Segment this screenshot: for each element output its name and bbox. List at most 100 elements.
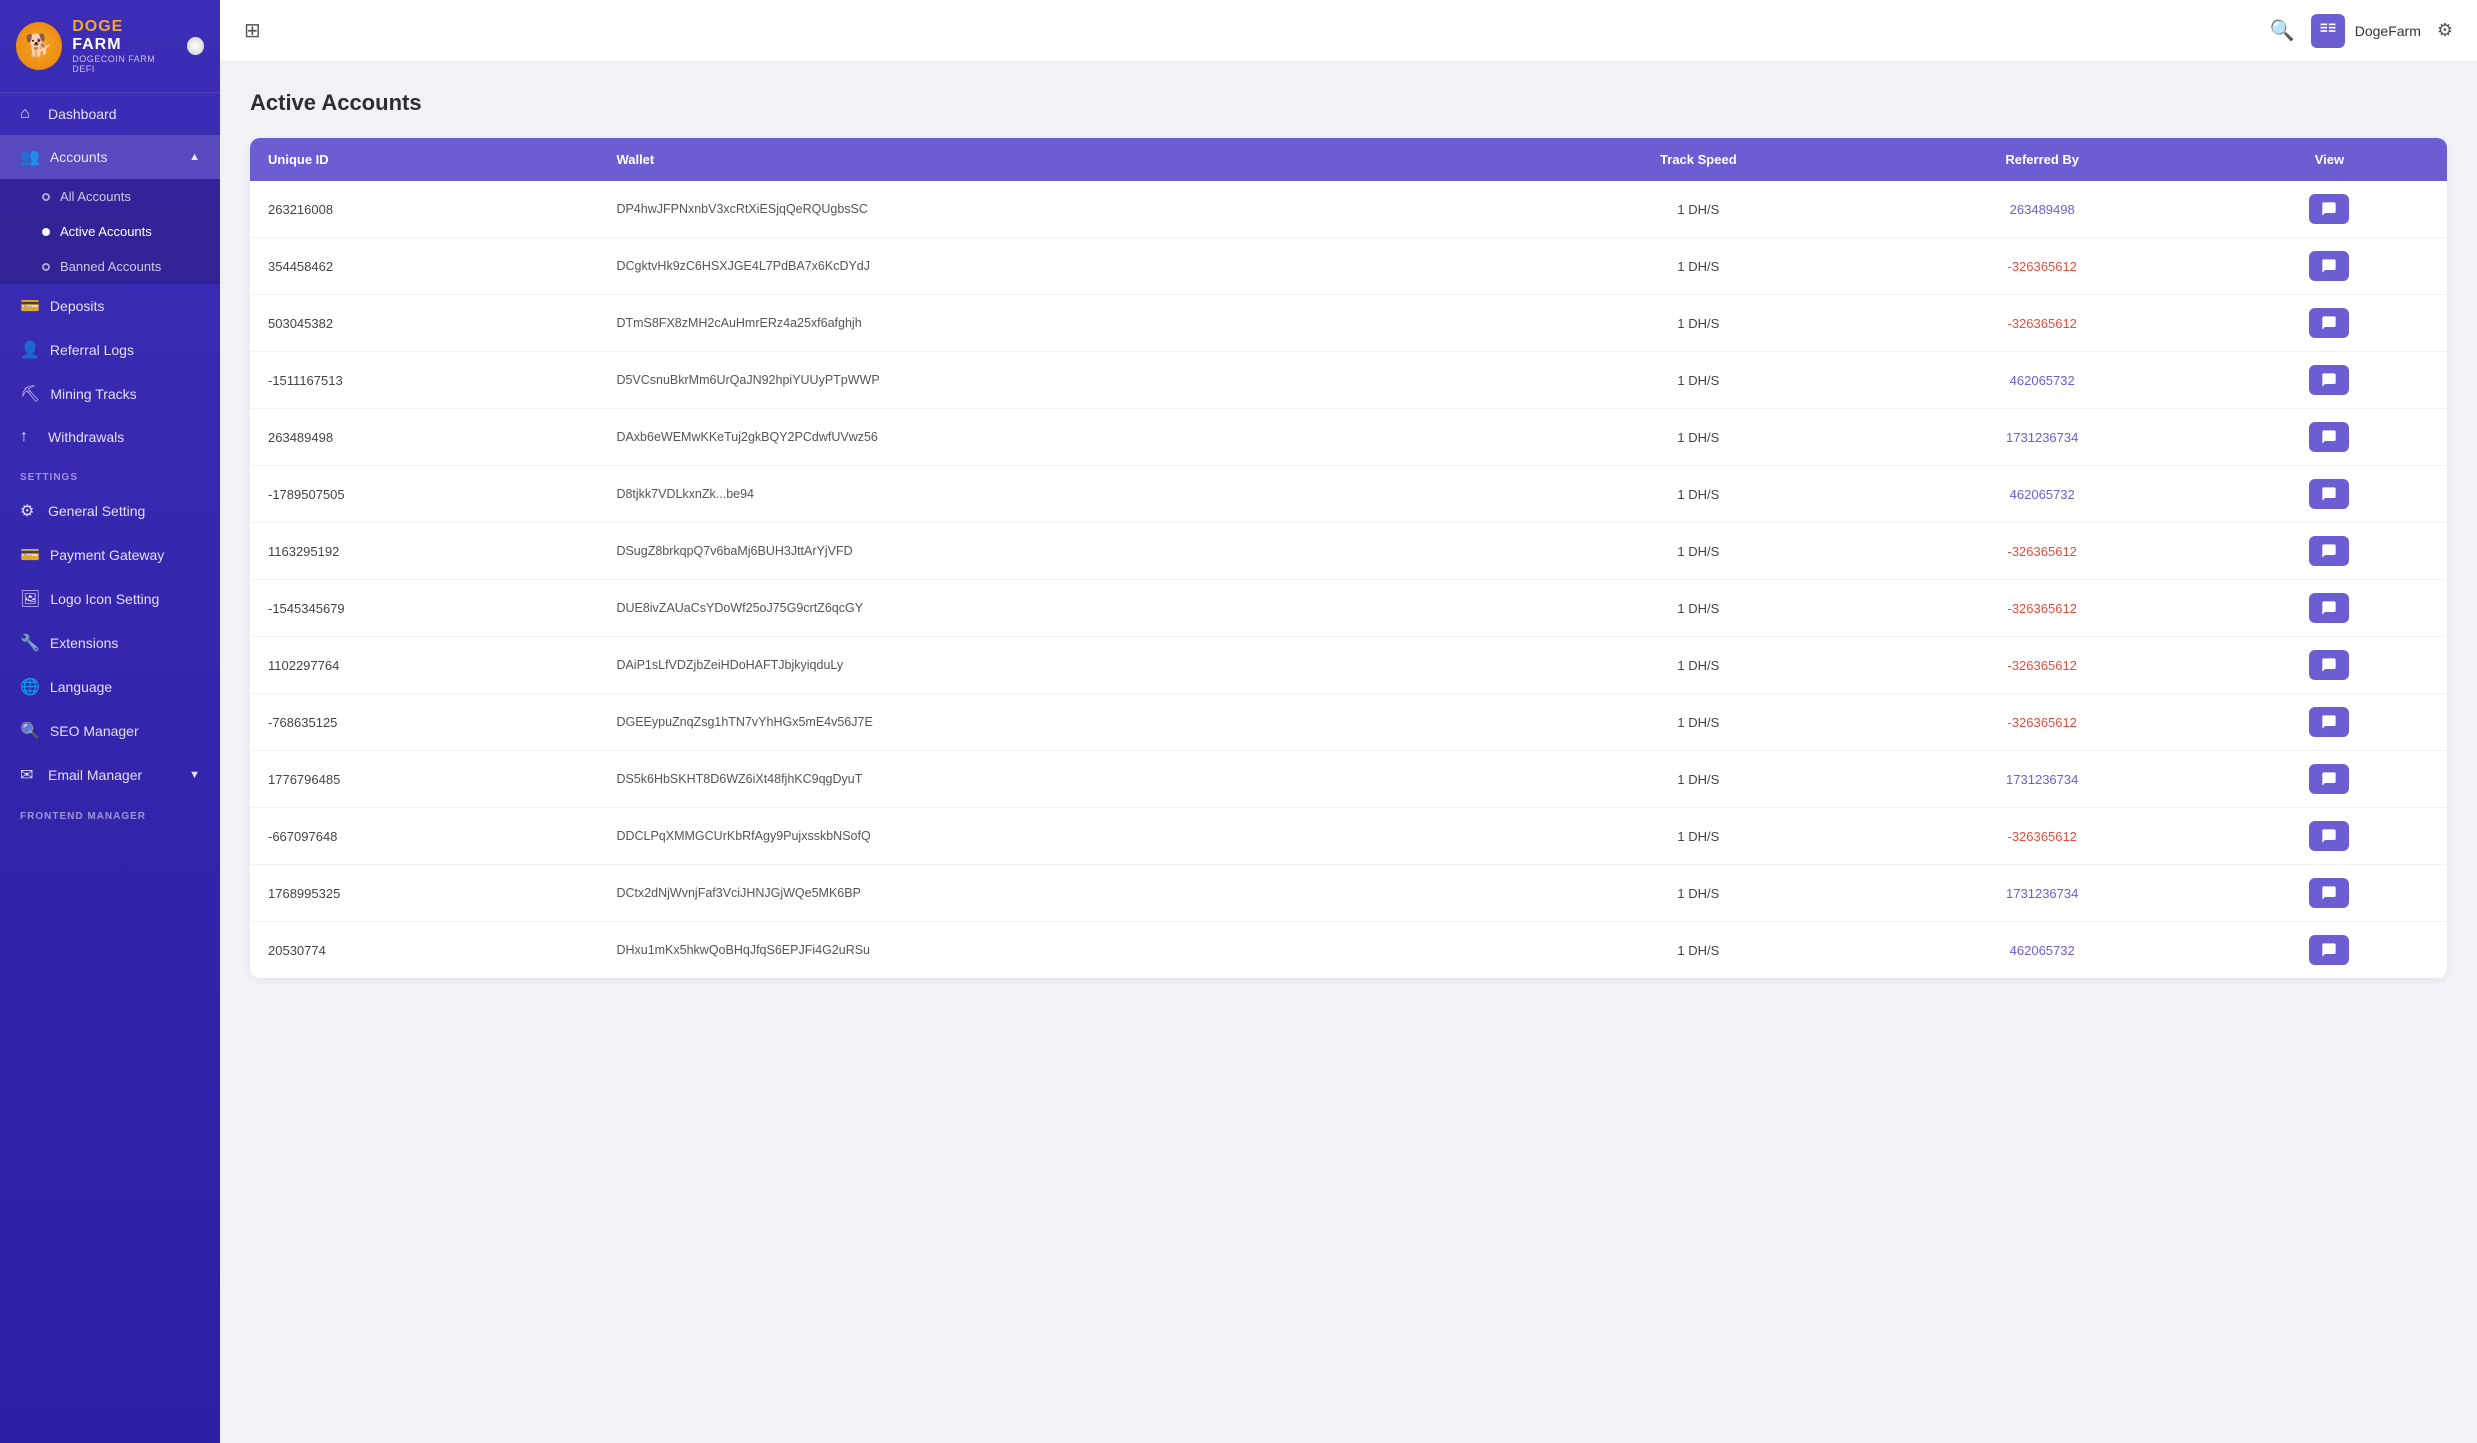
view-button[interactable] (2309, 479, 2349, 509)
sidebar-item-mining-tracks[interactable]: ⛏ Mining Tracks (0, 372, 220, 416)
view-button[interactable] (2309, 650, 2349, 680)
sidebar-item-all-accounts[interactable]: All Accounts (0, 179, 220, 214)
cell-speed: 1 DH/S (1524, 808, 1872, 865)
cell-referred[interactable]: 1731236734 (1873, 409, 2212, 466)
cell-speed: 1 DH/S (1524, 922, 1872, 979)
cell-referred[interactable]: -326365612 (1873, 694, 2212, 751)
cell-referred[interactable]: -326365612 (1873, 295, 2212, 352)
cell-referred[interactable]: -326365612 (1873, 580, 2212, 637)
sidebar-item-email-manager[interactable]: ✉ Email Manager ▼ (0, 753, 220, 797)
dot-icon (42, 263, 50, 271)
chevron-up-icon: ▲ (189, 151, 200, 163)
cell-id: -1511167513 (250, 352, 598, 409)
deposits-icon: 💳 (20, 296, 40, 316)
table-row: 263216008 DP4hwJFPNxnbV3xcRtXiESjqQeRQUg… (250, 181, 2447, 238)
view-button[interactable] (2309, 422, 2349, 452)
cell-wallet: DAiP1sLfVDZjbZeiHDoHAFTJbjkyiqduLy (598, 637, 1524, 694)
cell-speed: 1 DH/S (1524, 295, 1872, 352)
sidebar-item-deposits[interactable]: 💳 Deposits (0, 284, 220, 328)
cell-id: -1789507505 (250, 466, 598, 523)
extensions-icon: 🔧 (20, 633, 40, 653)
view-button[interactable] (2309, 821, 2349, 851)
cell-id: 503045382 (250, 295, 598, 352)
view-button[interactable] (2309, 707, 2349, 737)
logo-dot (187, 37, 204, 55)
sidebar-item-label: Deposits (50, 298, 104, 314)
cell-referred[interactable]: 462065732 (1873, 466, 2212, 523)
user-name: DogeFarm (2355, 23, 2421, 39)
cell-referred[interactable]: -326365612 (1873, 238, 2212, 295)
cell-view (2212, 751, 2447, 808)
expand-icon[interactable]: ⊞ (244, 18, 261, 43)
cell-wallet: DCtx2dNjWvnjFaf3VciJHNJGjWQe5MK6BP (598, 865, 1524, 922)
cell-referred[interactable]: -326365612 (1873, 523, 2212, 580)
sidebar-item-label: Banned Accounts (60, 259, 161, 274)
sidebar-item-label: Extensions (50, 635, 118, 651)
settings-icon[interactable]: ⚙ (2437, 20, 2453, 41)
cell-view (2212, 409, 2447, 466)
dot-icon (42, 228, 50, 236)
frontend-section-label: FRONTEND MANAGER (0, 797, 220, 828)
cell-view (2212, 637, 2447, 694)
col-wallet: Wallet (598, 138, 1524, 181)
accounts-icon: 👥 (20, 147, 40, 167)
referral-icon: 👤 (20, 340, 40, 360)
table-row: 1102297764 DAiP1sLfVDZjbZeiHDoHAFTJbjkyi… (250, 637, 2447, 694)
cell-wallet: DP4hwJFPNxnbV3xcRtXiESjqQeRQUgbsSC (598, 181, 1524, 238)
view-button[interactable] (2309, 251, 2349, 281)
dot-icon (42, 193, 50, 201)
view-button[interactable] (2309, 194, 2349, 224)
cell-referred[interactable]: -326365612 (1873, 637, 2212, 694)
sidebar-item-general-setting[interactable]: ⚙ General Setting (0, 489, 220, 533)
cell-referred[interactable]: 462065732 (1873, 352, 2212, 409)
sidebar-item-accounts[interactable]: 👥 Accounts ▲ (0, 135, 220, 179)
language-icon: 🌐 (20, 677, 40, 697)
cell-referred[interactable]: 462065732 (1873, 922, 2212, 979)
cell-referred[interactable]: 263489498 (1873, 181, 2212, 238)
sidebar-item-label: Language (50, 679, 112, 695)
user-avatar (2311, 14, 2345, 48)
view-button[interactable] (2309, 365, 2349, 395)
sidebar-item-active-accounts[interactable]: Active Accounts (0, 214, 220, 249)
sidebar-item-extensions[interactable]: 🔧 Extensions (0, 621, 220, 665)
sidebar-item-referral-logs[interactable]: 👤 Referral Logs (0, 328, 220, 372)
sidebar-item-language[interactable]: 🌐 Language (0, 665, 220, 709)
table-row: 1768995325 DCtx2dNjWvnjFaf3VciJHNJGjWQe5… (250, 865, 2447, 922)
sidebar-item-label: Payment Gateway (50, 547, 164, 563)
cell-wallet: DHxu1mKx5hkwQoBHqJfqS6EPJFi4G2uRSu (598, 922, 1524, 979)
cell-wallet: DGEEypuZnqZsg1hTN7vYhHGx5mE4v56J7E (598, 694, 1524, 751)
cell-view (2212, 523, 2447, 580)
sidebar-item-logo-icon-setting[interactable]: 🖼 Logo Icon Setting (0, 577, 220, 621)
cell-wallet: D8tjkk7VDLkxnZk...be94 (598, 466, 1524, 523)
sidebar-item-withdrawals[interactable]: ↑ Withdrawals (0, 416, 220, 458)
cell-view (2212, 694, 2447, 751)
user-menu[interactable]: DogeFarm (2311, 14, 2421, 48)
table-row: -1789507505 D8tjkk7VDLkxnZk...be94 1 DH/… (250, 466, 2447, 523)
cell-referred[interactable]: 1731236734 (1873, 865, 2212, 922)
cell-speed: 1 DH/S (1524, 409, 1872, 466)
view-button[interactable] (2309, 536, 2349, 566)
view-button[interactable] (2309, 593, 2349, 623)
cell-id: 263216008 (250, 181, 598, 238)
table-row: 354458462 DCgktvHk9zC6HSXJGE4L7PdBA7x6Kc… (250, 238, 2447, 295)
view-button[interactable] (2309, 764, 2349, 794)
table-row: -1545345679 DUE8ivZAUaCsYDoWf25oJ75G9crt… (250, 580, 2447, 637)
cell-speed: 1 DH/S (1524, 238, 1872, 295)
cell-referred[interactable]: 1731236734 (1873, 751, 2212, 808)
table-header: Unique ID Wallet Track Speed Referred By… (250, 138, 2447, 181)
sidebar-item-seo-manager[interactable]: 🔍 SEO Manager (0, 709, 220, 753)
view-button[interactable] (2309, 878, 2349, 908)
sidebar-item-banned-accounts[interactable]: Banned Accounts (0, 249, 220, 284)
cell-speed: 1 DH/S (1524, 580, 1872, 637)
cell-speed: 1 DH/S (1524, 694, 1872, 751)
sidebar-item-payment-gateway[interactable]: 💳 Payment Gateway (0, 533, 220, 577)
sidebar-item-label: Mining Tracks (50, 386, 136, 402)
cell-view (2212, 580, 2447, 637)
cell-id: 20530774 (250, 922, 598, 979)
sidebar-item-dashboard[interactable]: ⌂ Dashboard (0, 93, 220, 135)
sidebar-item-label: SEO Manager (50, 723, 139, 739)
view-button[interactable] (2309, 935, 2349, 965)
search-icon[interactable]: 🔍 (2270, 18, 2295, 43)
cell-referred[interactable]: -326365612 (1873, 808, 2212, 865)
view-button[interactable] (2309, 308, 2349, 338)
